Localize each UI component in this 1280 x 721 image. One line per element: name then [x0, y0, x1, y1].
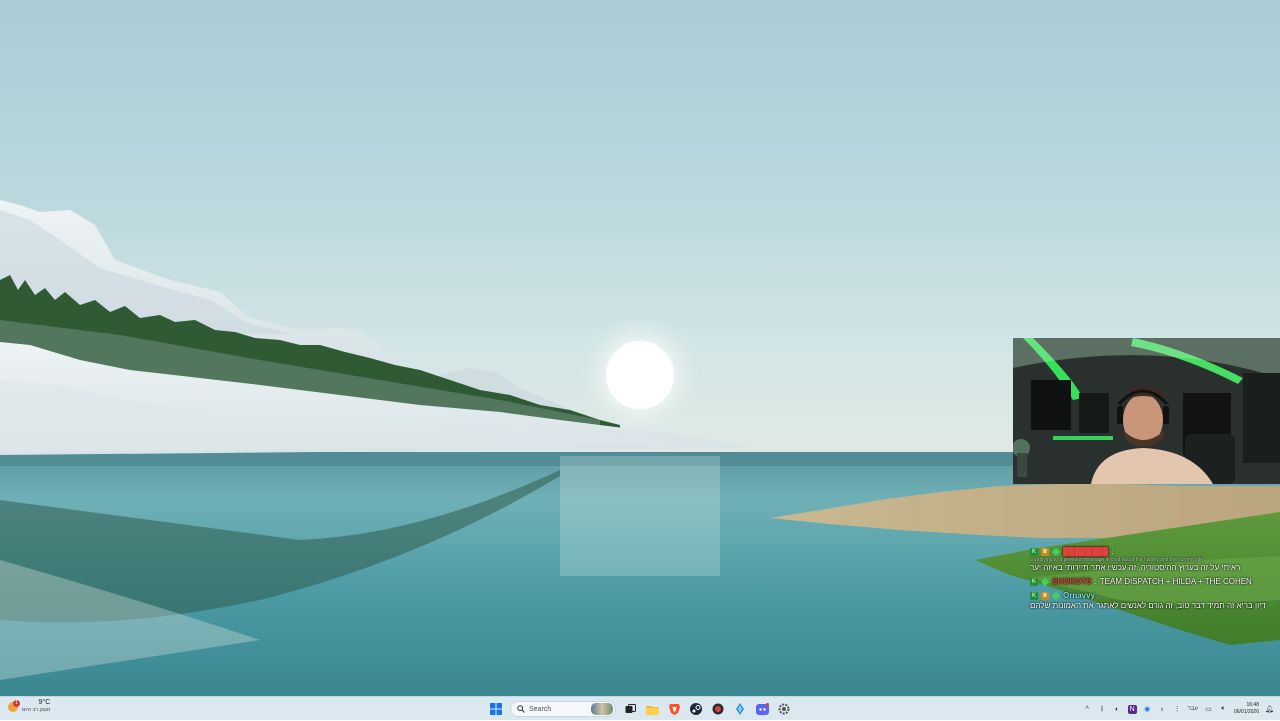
subscriber-badge-icon: K [1030, 592, 1038, 600]
bluetooth-icon[interactable]: ᛒ [1098, 705, 1107, 714]
language-indicator[interactable]: עבר [1188, 706, 1198, 712]
overflow-icon[interactable]: ⋮ [1173, 705, 1182, 714]
chat-colon: : [1094, 577, 1097, 586]
chat-message-text: TEAM DISPATCH + HILDA + THE COHEN [1099, 577, 1252, 586]
chat-message: K ♛ Ornavvy : [1030, 591, 1270, 601]
weather-sun-icon: 1 [8, 699, 20, 712]
microphone-icon[interactable]: ♁ [1158, 705, 1167, 714]
chat-username: ████████ [1063, 547, 1109, 556]
subscriber-badge-icon: K [1030, 578, 1038, 586]
chevron-up-icon[interactable]: ^ [1083, 705, 1092, 714]
diamond-badge-icon [1051, 547, 1061, 557]
app-red-icon[interactable] [710, 701, 726, 717]
chat-colon: : [1111, 547, 1114, 556]
discord-icon[interactable] [754, 701, 770, 717]
clock-time: 16:48 [1246, 702, 1259, 708]
file-explorer-icon[interactable] [644, 701, 660, 717]
chrome-icon[interactable]: ◉ [1143, 705, 1152, 714]
crown-badge-icon: ♛ [1041, 592, 1049, 600]
taskbar-search-box[interactable]: Search [510, 701, 616, 717]
weather-temperature: 9°C [38, 699, 51, 706]
weather-description: מעונן רב היום [22, 707, 51, 713]
speaker-icon[interactable]: 🔈︎ [1219, 705, 1228, 714]
chat-message-text: ראיתי על זה בערוץ ההיסטוריה, זה עכשיו את… [1030, 563, 1241, 572]
weather-widget[interactable]: 1 9°C מעונן רב היום [8, 699, 50, 714]
steam-icon[interactable] [688, 701, 704, 717]
search-placeholder: Search [529, 705, 552, 713]
streamer-camera-feed [1013, 338, 1280, 484]
chat-username: Ornavvy [1063, 591, 1096, 600]
chat-message-text: דיון בריא זה תמיד דבר טוב, זה גורם לאנשי… [1030, 601, 1266, 610]
diamond-badge-icon [1051, 591, 1061, 601]
taskbar-pinned-apps: Search [488, 697, 792, 721]
chat-message: K SHOKOTS : TEAM DISPATCH + HILDA + THE … [1030, 577, 1270, 587]
taskbar: 1 9°C מעונן רב היום Search ^ ᛒ ◐ N ◉ ♁ ⋮… [0, 696, 1280, 720]
clock-date: 06/01/2026 [1233, 709, 1259, 715]
chat-colon: : [1098, 591, 1101, 600]
stream-chat-overlay: K ♛ ████████ : is replying to a previous… [1030, 547, 1270, 611]
feather-app-icon[interactable] [732, 701, 748, 717]
notification-bell-icon[interactable]: 🔔︎ [1265, 705, 1274, 714]
brave-browser-icon[interactable] [666, 701, 682, 717]
webcam-overlay [1013, 338, 1280, 484]
weather-alert-badge: 1 [13, 699, 20, 707]
start-icon[interactable] [488, 701, 504, 717]
search-icon [517, 705, 525, 713]
chat-message: K ♛ ████████ : [1030, 547, 1270, 557]
sun [606, 341, 674, 409]
crown-badge-icon: ♛ [1041, 548, 1049, 556]
system-tray: ^ ᛒ ◐ N ◉ ♁ ⋮ עבר ▭ 🔈︎ 16:48 06/01/2026 … [1083, 697, 1274, 721]
network-app-icon[interactable]: ◐ [1113, 705, 1122, 714]
task-view-icon[interactable] [622, 701, 638, 717]
chat-reply-hint: is replying to a previous message in cha… [1030, 557, 1203, 563]
clock[interactable]: 16:48 06/01/2026 [1234, 702, 1259, 716]
settings-icon[interactable] [776, 701, 792, 717]
weather-text: 9°C מעונן רב היום [22, 699, 50, 714]
chat-username: SHOKOTS [1052, 577, 1092, 586]
diamond-badge-icon [1040, 577, 1050, 587]
display-icon[interactable]: ▭ [1204, 705, 1213, 714]
subscriber-badge-icon: K [1030, 548, 1038, 556]
search-highlight-image [591, 703, 613, 715]
app-tray-icon[interactable]: N [1127, 704, 1137, 714]
